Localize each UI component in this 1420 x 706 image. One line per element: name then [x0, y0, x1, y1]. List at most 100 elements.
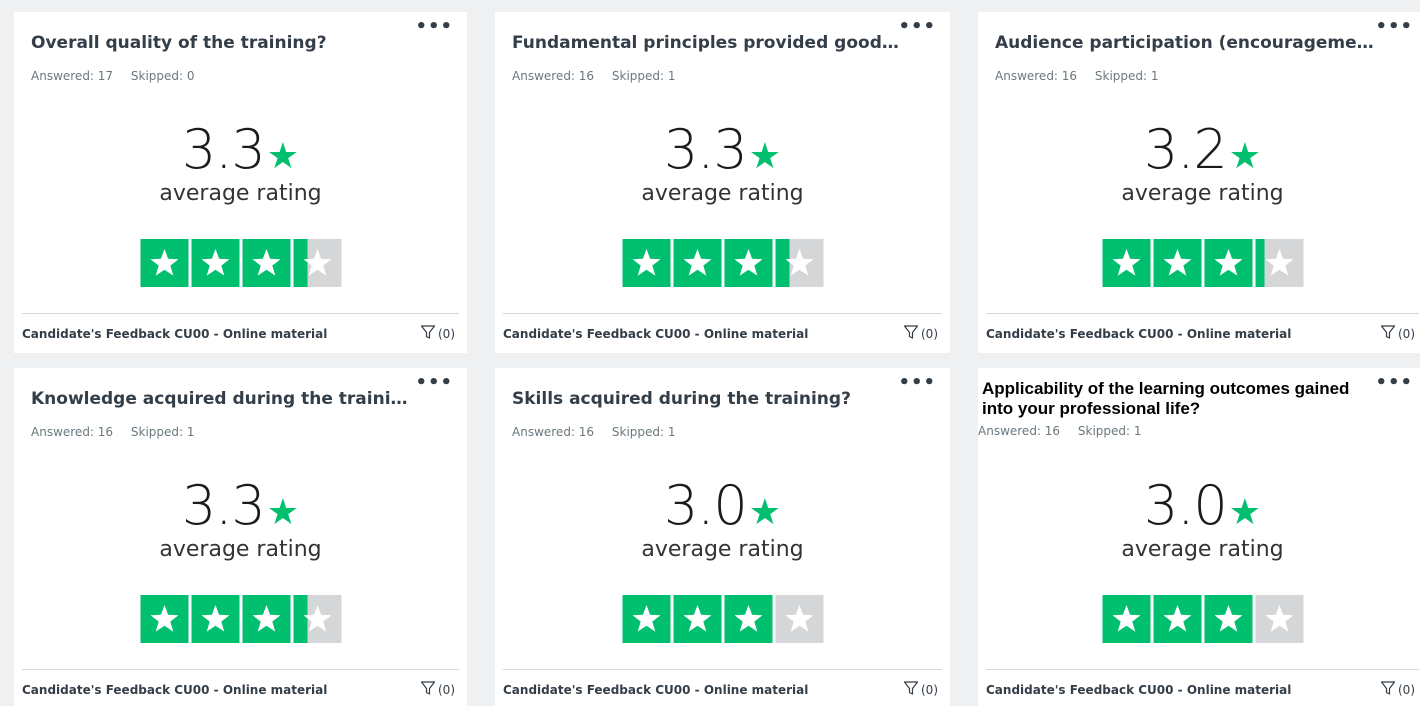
more-options-icon[interactable]: •••	[415, 372, 453, 393]
rating-star-icon	[1153, 595, 1201, 643]
skipped-count: Skipped: 1	[130, 425, 195, 439]
score-star-icon: ★	[1228, 136, 1262, 177]
response-stats: Answered: 16 Skipped: 1	[512, 69, 690, 83]
filter-count: (0)	[1398, 682, 1415, 697]
rating-summary: 3.3★ average rating	[495, 120, 950, 206]
question-title: Audience participation (encouragement)?	[995, 33, 1377, 53]
answered-count: Answered: 17	[31, 69, 114, 83]
rating-star-icon	[242, 239, 290, 287]
card-footer: Candidate's Feedback CU00 - Online mater…	[22, 680, 455, 699]
question-title: Fundamental principles provided good un.…	[512, 33, 900, 53]
average-rating-label: average rating	[641, 537, 804, 562]
rating-summary: 3.3★ average rating	[14, 120, 467, 206]
star-rating-bar	[1102, 239, 1303, 287]
skipped-count: Skipped: 1	[611, 69, 676, 83]
filter-count: (0)	[438, 326, 455, 341]
more-options-icon[interactable]: •••	[415, 16, 453, 37]
rating-star-icon	[140, 239, 188, 287]
rating-star-icon	[622, 595, 670, 643]
filter-icon	[903, 680, 919, 699]
filter-icon	[1380, 680, 1396, 699]
response-stats: Answered: 16 Skipped: 1	[995, 69, 1173, 83]
rating-star-icon	[673, 595, 721, 643]
rating-star-icon	[293, 595, 341, 643]
filter-button[interactable]: (0)	[1380, 680, 1415, 699]
score-star-icon: ★	[748, 492, 782, 533]
filter-count: (0)	[921, 682, 938, 697]
survey-name: Candidate's Feedback CU00 - Online mater…	[986, 326, 1292, 341]
question-title: Knowledge acquired during the training?	[31, 389, 417, 409]
more-options-icon[interactable]: •••	[898, 16, 936, 37]
average-score: 3.3	[181, 118, 266, 181]
skipped-count: Skipped: 1	[1077, 424, 1142, 438]
rating-summary: 3.0★ average rating	[978, 476, 1420, 562]
rating-star-icon	[242, 595, 290, 643]
filter-button[interactable]: (0)	[903, 324, 938, 343]
star-rating-bar	[140, 239, 341, 287]
filter-icon	[1380, 324, 1396, 343]
card-footer: Candidate's Feedback CU00 - Online mater…	[503, 324, 938, 343]
rating-card: Audience participation (encouragement)? …	[978, 12, 1420, 353]
more-options-icon[interactable]: •••	[1375, 16, 1413, 37]
rating-star-icon	[724, 595, 772, 643]
rating-star-icon	[293, 239, 341, 287]
divider	[986, 313, 1419, 314]
filter-icon	[420, 680, 436, 699]
rating-summary: 3.3★ average rating	[14, 476, 467, 562]
rating-card: Fundamental principles provided good un.…	[495, 12, 950, 353]
average-rating-label: average rating	[641, 181, 804, 206]
response-stats: Answered: 16 Skipped: 1	[512, 425, 690, 439]
rating-star-icon	[1204, 239, 1252, 287]
question-title: Skills acquired during the training?	[512, 389, 851, 409]
filter-button[interactable]: (0)	[420, 680, 455, 699]
rating-star-icon	[1255, 595, 1303, 643]
divider	[22, 669, 459, 670]
score-star-icon: ★	[266, 136, 300, 177]
more-options-icon[interactable]: •••	[1375, 372, 1413, 393]
more-options-icon[interactable]: •••	[898, 372, 936, 393]
filter-button[interactable]: (0)	[903, 680, 938, 699]
skipped-count: Skipped: 1	[1094, 69, 1159, 83]
average-rating-label: average rating	[1121, 537, 1284, 562]
average-score: 3.0	[663, 474, 748, 537]
skipped-count: Skipped: 1	[611, 425, 676, 439]
answered-count: Answered: 16	[978, 424, 1061, 438]
filter-button[interactable]: (0)	[420, 324, 455, 343]
filter-button[interactable]: (0)	[1380, 324, 1415, 343]
average-score: 3.3	[181, 474, 266, 537]
rating-summary: 3.2★ average rating	[978, 120, 1420, 206]
star-rating-bar	[1102, 595, 1303, 643]
answered-count: Answered: 16	[512, 425, 595, 439]
rating-star-icon	[1102, 239, 1150, 287]
card-footer: Candidate's Feedback CU00 - Online mater…	[986, 680, 1415, 699]
average-rating-label: average rating	[1121, 181, 1284, 206]
answered-count: Answered: 16	[31, 425, 114, 439]
dashboard-grid: Overall quality of the training? ••• Ans…	[14, 12, 1420, 706]
average-rating-label: average rating	[159, 537, 322, 562]
card-footer: Candidate's Feedback CU00 - Online mater…	[986, 324, 1415, 343]
response-stats: Answered: 17 Skipped: 0	[31, 69, 209, 83]
rating-star-icon	[1153, 239, 1201, 287]
rating-card: Skills acquired during the training? •••…	[495, 368, 950, 706]
question-title: Applicability of the learning outcomes g…	[982, 379, 1350, 418]
rating-summary: 3.0★ average rating	[495, 476, 950, 562]
survey-name: Candidate's Feedback CU00 - Online mater…	[22, 682, 328, 697]
star-rating-bar	[140, 595, 341, 643]
survey-name: Candidate's Feedback CU00 - Online mater…	[22, 326, 328, 341]
rating-star-icon	[622, 239, 670, 287]
rating-star-icon	[724, 239, 772, 287]
score-star-icon: ★	[1228, 492, 1262, 533]
skipped-count: Skipped: 0	[130, 69, 195, 83]
survey-name: Candidate's Feedback CU00 - Online mater…	[503, 326, 809, 341]
filter-count: (0)	[438, 682, 455, 697]
card-footer: Candidate's Feedback CU00 - Online mater…	[503, 680, 938, 699]
answered-count: Answered: 16	[512, 69, 595, 83]
survey-name: Candidate's Feedback CU00 - Online mater…	[986, 682, 1292, 697]
rating-star-icon	[140, 595, 188, 643]
card-footer: Candidate's Feedback CU00 - Online mater…	[22, 324, 455, 343]
divider	[22, 313, 459, 314]
question-title: Overall quality of the training?	[31, 33, 327, 53]
survey-name: Candidate's Feedback CU00 - Online mater…	[503, 682, 809, 697]
average-score: 3.2	[1143, 118, 1228, 181]
rating-star-icon	[191, 239, 239, 287]
